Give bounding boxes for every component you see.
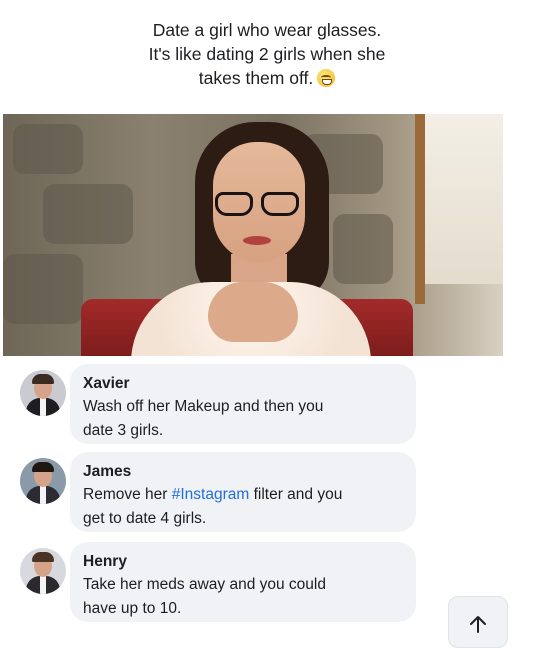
avatar-hair — [32, 374, 54, 384]
stone-wall-block — [3, 254, 83, 324]
avatar-hair — [32, 552, 54, 562]
scroll-to-top-button[interactable] — [448, 596, 508, 648]
post-caption: Date a girl who wear glasses. It's like … — [0, 18, 534, 90]
stone-wall-block — [13, 124, 83, 174]
lips — [243, 236, 271, 245]
glasses-lens-left — [215, 192, 253, 216]
commenter-name[interactable]: Xavier — [83, 373, 403, 395]
comment-text-line-1: Wash off her Makeup and then you — [83, 398, 324, 415]
avatar-shirt — [40, 576, 46, 594]
caption-line-3: takes them off. — [198, 68, 314, 88]
stone-wall-block — [333, 214, 393, 284]
avatar-shirt — [40, 486, 46, 504]
comment-text-line-2: get to date 4 girls. — [83, 510, 207, 527]
comment-text-line-2: date 3 girls. — [83, 422, 164, 439]
comment-text-line-1: Remove her #Instagram filter and you — [83, 483, 403, 507]
avatar[interactable] — [20, 548, 66, 594]
commenter-name[interactable]: Henry — [83, 551, 403, 573]
comment-text-line-1: Take her meds away and you could — [83, 576, 326, 593]
hashtag-link[interactable]: #Instagram — [172, 486, 250, 503]
comment-text-line-2: have up to 10. — [83, 600, 182, 617]
avatar[interactable] — [20, 458, 66, 504]
avatar-hair — [32, 462, 54, 472]
comment-text-post: filter and you — [249, 486, 343, 503]
caption-line-2: It's like dating 2 girls when she — [148, 44, 386, 64]
chest — [208, 282, 298, 342]
stone-wall-block — [43, 184, 133, 244]
arrow-up-icon — [470, 616, 486, 633]
background-window — [423, 114, 503, 284]
glasses-lens-right — [261, 192, 299, 216]
commenter-name[interactable]: James — [83, 461, 403, 483]
avatar[interactable] — [20, 370, 66, 416]
comment-bubble: Henry Take her meds away and you could h… — [70, 542, 416, 622]
post-photo[interactable] — [3, 114, 503, 356]
avatar-shirt — [40, 398, 46, 416]
comment-bubble: James Remove her #Instagram filter and y… — [70, 452, 416, 532]
grinning-face-emoji-icon — [317, 69, 336, 87]
comment-text-pre: Remove her — [83, 486, 172, 503]
caption-line-1: Date a girl who wear glasses. — [152, 20, 382, 40]
comment-bubble: Xavier Wash off her Makeup and then you … — [70, 364, 416, 444]
glasses-icon — [215, 192, 305, 218]
window-frame — [415, 114, 425, 304]
